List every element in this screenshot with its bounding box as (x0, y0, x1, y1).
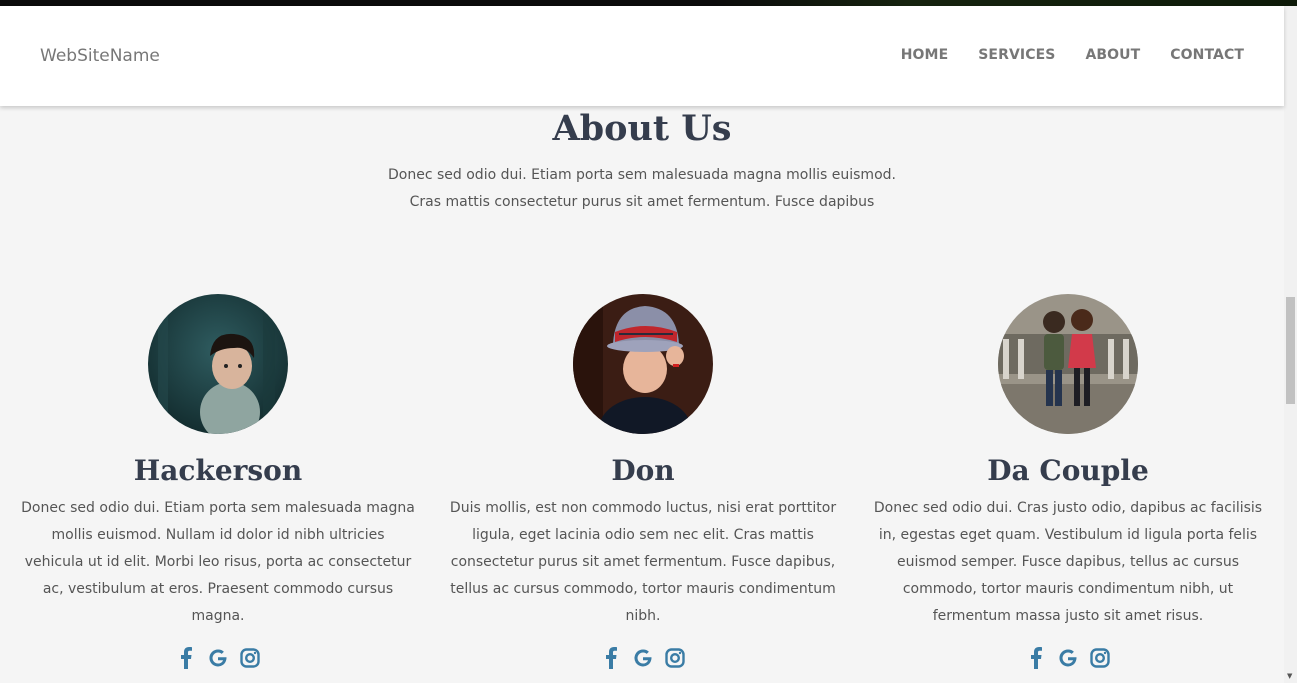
google-icon[interactable] (207, 646, 229, 670)
member-bio: Donec sed odio dui. Etiam porta sem male… (21, 500, 415, 624)
social-links (868, 646, 1268, 670)
instagram-icon[interactable] (664, 646, 686, 670)
social-links (443, 646, 843, 670)
vertical-scrollbar[interactable]: ▼ (1284, 6, 1297, 683)
member-name: Da Couple (987, 454, 1149, 487)
brand-logo[interactable]: WebSiteName (40, 46, 160, 66)
member-bio: Duis mollis, est non commodo luctus, nis… (449, 500, 837, 624)
nav-contact[interactable]: CONTACT (1170, 47, 1244, 63)
google-icon[interactable] (632, 646, 654, 670)
about-desc-line-1: Donec sed odio dui. Etiam porta sem male… (388, 167, 896, 183)
nav-menu: HOME SERVICES ABOUT CONTACT (901, 47, 1244, 63)
facebook-icon[interactable] (1025, 646, 1047, 670)
facebook-icon[interactable] (175, 646, 197, 670)
nav-home[interactable]: HOME (901, 47, 949, 63)
member-name: Don (611, 454, 675, 487)
about-title: About Us (552, 108, 732, 149)
member-name: Hackerson (133, 454, 303, 487)
facebook-icon[interactable] (600, 646, 622, 670)
nav-about[interactable]: ABOUT (1085, 47, 1140, 63)
team-member-da-couple: Da Couple Donec sed odio dui. Cras justo… (868, 294, 1268, 670)
avatar (998, 294, 1138, 434)
member-bio: Donec sed odio dui. Cras justo odio, dap… (873, 500, 1263, 624)
nav-services[interactable]: SERVICES (978, 47, 1055, 63)
team-member-don: Don Duis mollis, est non commodo luctus,… (443, 294, 843, 670)
scroll-down-arrow-icon[interactable]: ▼ (1287, 672, 1292, 680)
social-links (18, 646, 418, 670)
scrollbar-thumb[interactable] (1286, 297, 1295, 404)
navbar: WebSiteName HOME SERVICES ABOUT CONTACT (0, 6, 1284, 106)
instagram-icon[interactable] (1089, 646, 1111, 670)
google-icon[interactable] (1057, 646, 1079, 670)
avatar (148, 294, 288, 434)
about-description: Donec sed odio dui. Etiam porta sem male… (0, 162, 1284, 216)
about-desc-line-2: Cras mattis consectetur purus sit amet f… (409, 194, 875, 210)
team-member-hackerson: Hackerson Donec sed odio dui. Etiam port… (18, 294, 418, 670)
avatar (573, 294, 713, 434)
instagram-icon[interactable] (239, 646, 261, 670)
